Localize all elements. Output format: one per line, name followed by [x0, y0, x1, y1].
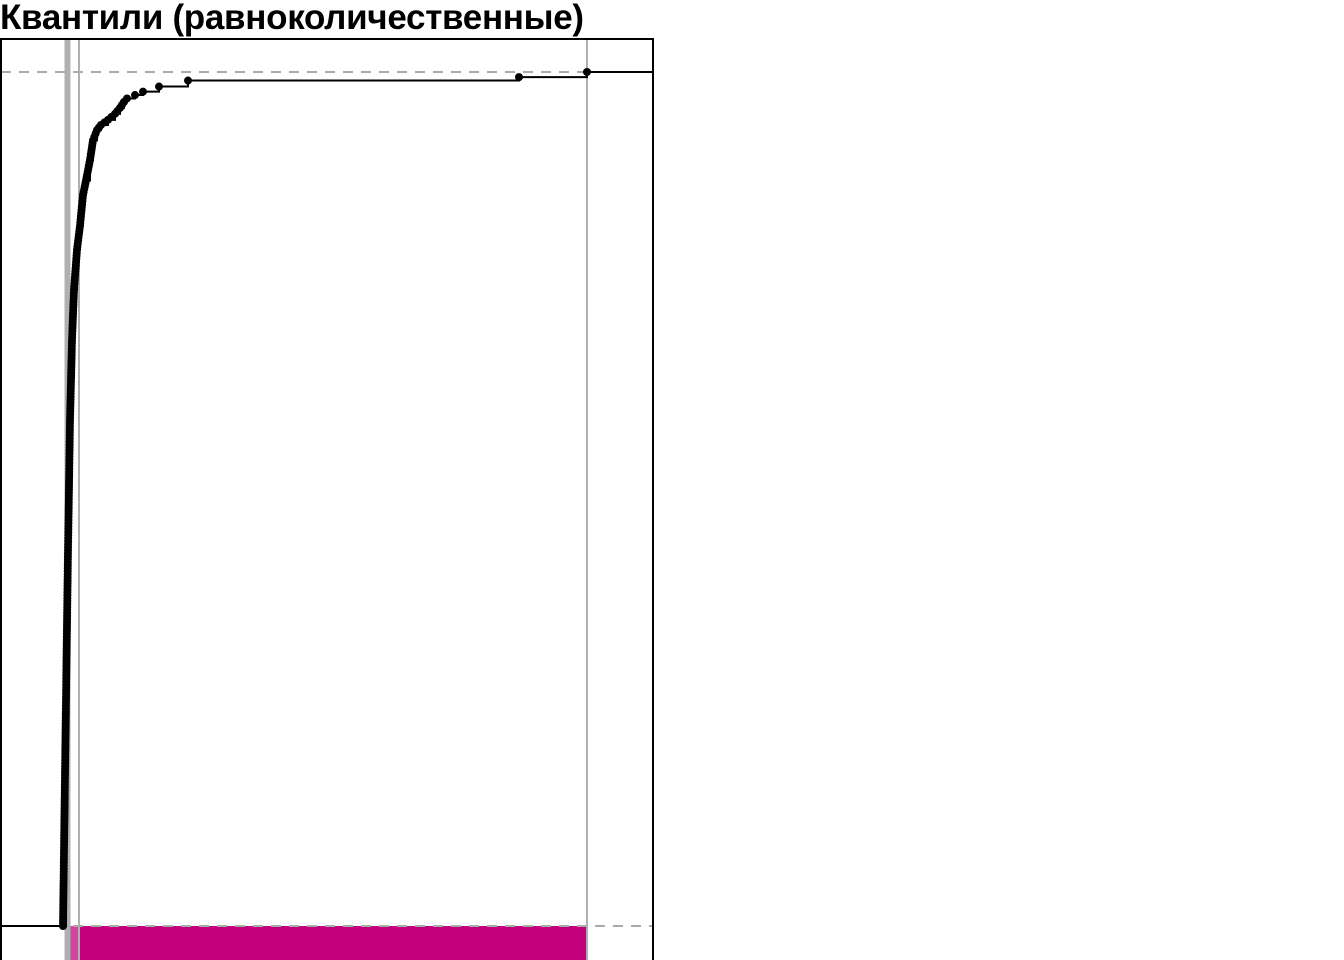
ecdf-plot [0, 38, 654, 960]
ecdf-line [0, 71, 653, 927]
ecdf-point [139, 87, 147, 96]
ecdf-point [123, 94, 131, 103]
ecdf-point [583, 68, 591, 76]
ecdf-point [131, 91, 139, 100]
ecdf-point [515, 73, 523, 82]
plot-frame [0, 38, 654, 960]
ecdf-point [155, 82, 163, 91]
bin-bar [79, 926, 587, 960]
ecdf-point [184, 76, 192, 85]
